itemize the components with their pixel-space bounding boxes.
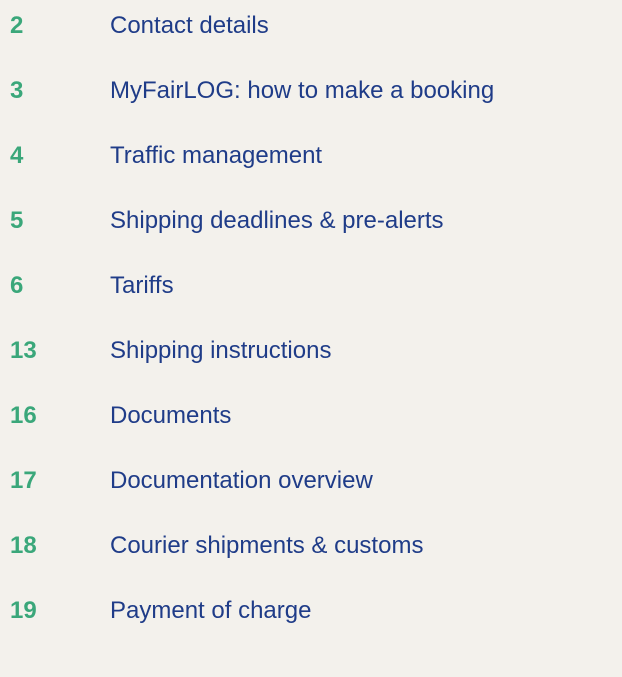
- toc-entry-title[interactable]: MyFairLOG: how to make a booking: [110, 77, 494, 105]
- toc-entry[interactable]: 4 Traffic management: [0, 136, 622, 176]
- toc-entry[interactable]: 18 Courier shipments & customs: [0, 526, 622, 566]
- toc-entry-title[interactable]: Shipping instructions: [110, 337, 331, 365]
- toc-page-number: 3: [10, 77, 24, 104]
- toc-entry[interactable]: 2 Contact details: [0, 6, 622, 46]
- toc-entry-title[interactable]: Shipping deadlines & pre-alerts: [110, 207, 444, 235]
- toc-entry-title[interactable]: Courier shipments & customs: [110, 532, 423, 560]
- toc-entry-title[interactable]: Documentation overview: [110, 467, 373, 495]
- toc-entry-title[interactable]: Traffic management: [110, 142, 322, 170]
- toc-page-number: 13: [10, 337, 37, 364]
- toc-page-number: 17: [10, 467, 37, 494]
- toc-entry[interactable]: 16 Documents: [0, 396, 622, 436]
- toc-page-number: 18: [10, 532, 37, 559]
- toc-page-number: 19: [10, 597, 37, 624]
- toc-page-number: 2: [10, 12, 24, 39]
- toc-entry[interactable]: 13 Shipping instructions: [0, 331, 622, 371]
- toc-entry-title[interactable]: Payment of charge: [110, 597, 311, 625]
- toc-entry[interactable]: 3 MyFairLOG: how to make a booking: [0, 71, 622, 111]
- toc-page-number: 5: [10, 207, 24, 234]
- toc-page-number: 4: [10, 142, 24, 169]
- table-of-contents: 2 Contact details 3 MyFairLOG: how to ma…: [0, 0, 622, 677]
- toc-entry-title[interactable]: Documents: [110, 402, 231, 430]
- toc-entry[interactable]: 17 Documentation overview: [0, 461, 622, 501]
- toc-entry-title[interactable]: Contact details: [110, 12, 269, 40]
- toc-entry[interactable]: 6 Tariffs: [0, 266, 622, 306]
- toc-page-number: 6: [10, 272, 24, 299]
- toc-entry[interactable]: 19 Payment of charge: [0, 591, 622, 631]
- toc-entry-title[interactable]: Tariffs: [110, 272, 174, 300]
- toc-page-number: 16: [10, 402, 37, 429]
- toc-entry[interactable]: 5 Shipping deadlines & pre-alerts: [0, 201, 622, 241]
